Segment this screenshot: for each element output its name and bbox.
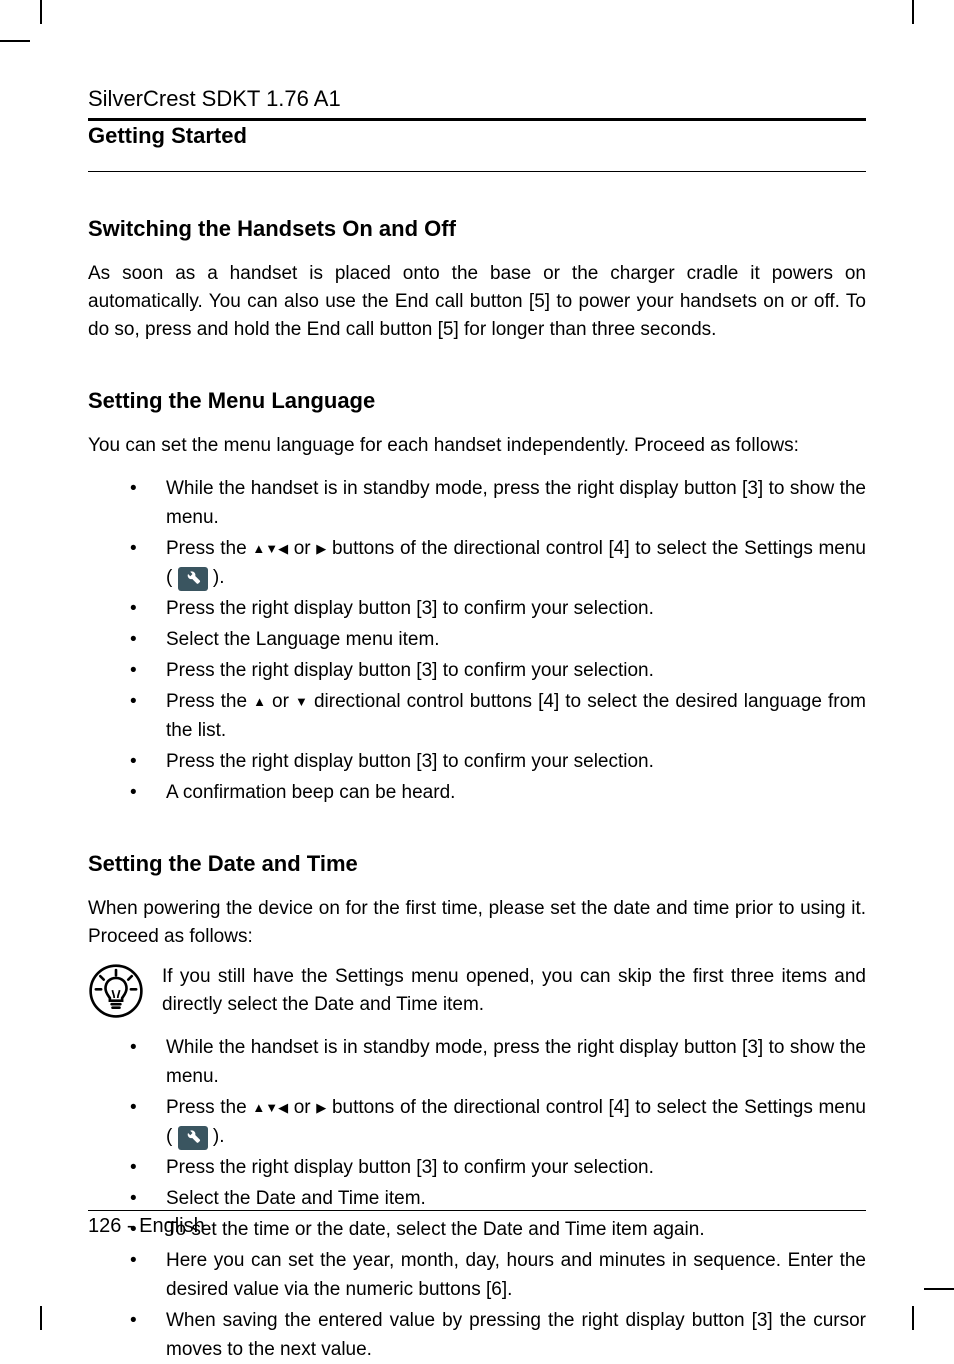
- crop-mark: [40, 1306, 42, 1330]
- footer: 126 - English: [88, 1210, 866, 1238]
- paragraph: As soon as a handset is placed onto the …: [88, 260, 866, 344]
- right-icon: ▶: [316, 1093, 326, 1122]
- section-heading: Getting Started: [88, 123, 866, 149]
- list-item: Press the right display button [3] to co…: [88, 656, 866, 685]
- list-item: When saving the entered value by pressin…: [88, 1306, 866, 1364]
- text: Press the: [166, 691, 253, 712]
- list-item: Select the Language menu item.: [88, 625, 866, 654]
- paragraph: You can set the menu language for each h…: [88, 432, 866, 460]
- crop-mark: [924, 1288, 954, 1290]
- rule: [88, 118, 866, 121]
- paragraph: When powering the device on for the firs…: [88, 895, 866, 951]
- tip-text: If you still have the Settings menu open…: [162, 963, 866, 1019]
- product-header: SilverCrest SDKT 1.76 A1: [88, 86, 866, 112]
- crop-mark: [912, 0, 914, 24]
- down-icon: ▼: [265, 534, 278, 563]
- right-icon: ▶: [316, 534, 326, 563]
- crop-mark: [40, 0, 42, 24]
- tip-block: If you still have the Settings menu open…: [88, 963, 866, 1019]
- list-item: While the handset is in standby mode, pr…: [88, 474, 866, 532]
- lightbulb-icon: [88, 963, 144, 1019]
- bullet-list: While the handset is in standby mode, pr…: [88, 474, 866, 807]
- rule: [88, 171, 866, 172]
- down-icon: ▼: [295, 687, 308, 716]
- language-label: English: [139, 1215, 205, 1237]
- settings-icon: [178, 1126, 208, 1150]
- list-item: Press the ▲ or ▼ directional control but…: [88, 687, 866, 745]
- bullet-list: While the handset is in standby mode, pr…: [88, 1033, 866, 1364]
- page-number: 126 - English: [88, 1215, 866, 1238]
- crop-mark: [912, 1306, 914, 1330]
- left-icon: ◀: [278, 534, 288, 563]
- list-item: Press the ▲▼◀ or ▶ buttons of the direct…: [88, 534, 866, 592]
- heading-language: Setting the Menu Language: [88, 388, 866, 414]
- heading-datetime: Setting the Date and Time: [88, 851, 866, 877]
- text: Press the: [166, 538, 252, 559]
- list-item: Press the right display button [3] to co…: [88, 747, 866, 776]
- page: SilverCrest SDKT 1.76 A1 Getting Started…: [0, 0, 954, 1330]
- separator: -: [121, 1215, 139, 1237]
- settings-icon: [178, 567, 208, 591]
- list-item: Press the right display button [3] to co…: [88, 594, 866, 623]
- up-icon: ▲: [252, 1093, 265, 1122]
- list-item: Press the ▲▼◀ or ▶ buttons of the direct…: [88, 1093, 866, 1151]
- list-item: Select the Date and Time item.: [88, 1184, 866, 1213]
- list-item: While the handset is in standby mode, pr…: [88, 1033, 866, 1091]
- up-icon: ▲: [253, 687, 266, 716]
- text: or: [266, 691, 295, 712]
- text: ).: [208, 567, 225, 588]
- left-icon: ◀: [278, 1093, 288, 1122]
- list-item: Press the right display button [3] to co…: [88, 1153, 866, 1182]
- list-item: Here you can set the year, month, day, h…: [88, 1246, 866, 1304]
- up-icon: ▲: [252, 534, 265, 563]
- crop-mark: [0, 40, 30, 42]
- text: or: [288, 1097, 316, 1118]
- text: ).: [208, 1126, 225, 1147]
- heading-switching: Switching the Handsets On and Off: [88, 216, 866, 242]
- down-icon: ▼: [265, 1093, 278, 1122]
- page-num: 126: [88, 1215, 121, 1237]
- rule: [88, 1210, 866, 1211]
- text: Press the: [166, 1097, 252, 1118]
- text: or: [288, 538, 316, 559]
- list-item: A confirmation beep can be heard.: [88, 778, 866, 807]
